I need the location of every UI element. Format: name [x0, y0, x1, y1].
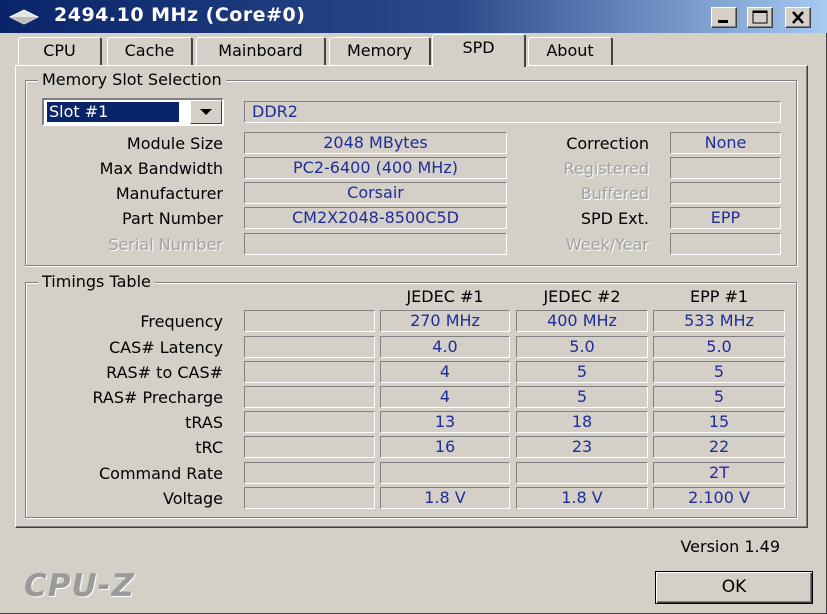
- timings-column-header: JEDEC #1: [406, 287, 484, 306]
- timing-cell: 1.8 V: [516, 487, 648, 509]
- timing-blank-cell: [244, 436, 375, 458]
- timing-cell: 2.100 V: [653, 487, 785, 509]
- buffered-value: [670, 182, 781, 204]
- maximize-button[interactable]: [747, 7, 773, 28]
- cpuz-logo: CPU-Z: [24, 568, 135, 604]
- tab-cpu-label: CPU: [43, 41, 76, 60]
- max-bandwidth-label: Max Bandwidth: [99, 159, 223, 178]
- module-size-label: Module Size: [126, 134, 223, 153]
- timing-blank-cell: [244, 336, 375, 358]
- tab-spd[interactable]: SPD: [432, 34, 526, 67]
- window-title: 2494.10 MHz (Core#0): [54, 4, 306, 26]
- module-size-value: 2048 MBytes: [244, 132, 507, 154]
- tab-about-label: About: [546, 41, 594, 60]
- timings-table-title: Timings Table: [38, 272, 155, 292]
- timing-cell: 13: [380, 411, 510, 433]
- correction-value: None: [670, 132, 781, 154]
- max-bandwidth-value: PC2-6400 (400 MHz): [244, 157, 507, 179]
- timing-cell: 5: [516, 386, 648, 408]
- timing-row-label: RAS# Precharge: [92, 388, 223, 407]
- slot-select[interactable]: Slot #1: [42, 98, 224, 126]
- timing-cell: 5: [516, 361, 648, 383]
- timing-cell: 5: [653, 386, 785, 408]
- part-number-label: Part Number: [122, 209, 223, 228]
- timing-cell: 15: [653, 411, 785, 433]
- memory-slot-selection-title: Memory Slot Selection: [38, 70, 226, 90]
- timing-cell: 16: [380, 436, 510, 458]
- tab-about[interactable]: About: [528, 37, 613, 66]
- app-icon: [8, 9, 40, 25]
- week-year-label: Week/Year: [565, 235, 649, 254]
- timing-cell: 533 MHz: [653, 310, 785, 332]
- serial-number-value: [244, 233, 507, 255]
- timing-cell: 5.0: [516, 336, 648, 358]
- buffered-label: Buffered: [580, 184, 649, 203]
- timing-cell: 4.0: [380, 336, 510, 358]
- timing-row-label: tRC: [195, 438, 223, 457]
- timing-cell: [516, 462, 648, 484]
- part-number-value: CM2X2048-8500C5D: [244, 207, 507, 229]
- registered-value: [670, 157, 781, 179]
- tab-memory[interactable]: Memory: [329, 37, 431, 66]
- timing-cell: 23: [516, 436, 648, 458]
- timing-blank-cell: [244, 487, 375, 509]
- timing-row-label: Frequency: [140, 312, 223, 331]
- timing-cell: 18: [516, 411, 648, 433]
- timing-cell: 22: [653, 436, 785, 458]
- manufacturer-label: Manufacturer: [115, 184, 223, 203]
- cpuz-window: 2494.10 MHz (Core#0) CPU Cache Mainboard…: [0, 0, 827, 614]
- timing-cell: 4: [380, 386, 510, 408]
- registered-label: Registered: [563, 159, 649, 178]
- timing-row-label: CAS# Latency: [108, 338, 223, 357]
- tab-cache-label: Cache: [124, 41, 175, 60]
- title-bar[interactable]: 2494.10 MHz (Core#0): [0, 0, 827, 33]
- slot-select-dropdown-button[interactable]: [190, 100, 222, 124]
- spd-ext-label: SPD Ext.: [580, 209, 649, 228]
- timing-cell: 4: [380, 361, 510, 383]
- timing-row-label: RAS# to CAS#: [106, 363, 223, 382]
- timing-row-label: Command Rate: [98, 464, 223, 483]
- serial-number-label: Serial Number: [108, 235, 223, 254]
- memory-type-field: DDR2: [244, 101, 781, 123]
- timing-blank-cell: [244, 361, 375, 383]
- correction-label: Correction: [566, 134, 649, 153]
- timing-row-label: Voltage: [162, 489, 223, 508]
- timing-cell: 270 MHz: [380, 310, 510, 332]
- close-button[interactable]: [785, 7, 811, 28]
- timing-row-label: tRAS: [185, 413, 223, 432]
- timing-cell: 400 MHz: [516, 310, 648, 332]
- week-year-value: [670, 233, 781, 255]
- tab-mainboard-label: Mainboard: [218, 41, 303, 60]
- close-icon: [792, 11, 804, 24]
- slot-select-value: Slot #1: [47, 102, 179, 122]
- timing-blank-cell: [244, 462, 375, 484]
- timing-cell: 5.0: [653, 336, 785, 358]
- timings-column-header: EPP #1: [689, 287, 749, 306]
- timing-cell: 1.8 V: [380, 487, 510, 509]
- tab-mainboard[interactable]: Mainboard: [196, 37, 326, 66]
- timings-column-header: JEDEC #2: [543, 287, 621, 306]
- minimize-button[interactable]: [711, 7, 737, 28]
- ok-button[interactable]: OK: [655, 571, 813, 604]
- timing-blank-cell: [244, 386, 375, 408]
- minimize-icon: [718, 20, 728, 23]
- spd-ext-value: EPP: [670, 207, 781, 229]
- timing-cell: 2T: [653, 462, 785, 484]
- timing-blank-cell: [244, 310, 375, 332]
- tab-spd-label: SPD: [462, 38, 495, 57]
- timing-blank-cell: [244, 411, 375, 433]
- manufacturer-value: Corsair: [244, 182, 507, 204]
- version-label: Version 1.49: [680, 537, 780, 556]
- tab-cpu[interactable]: CPU: [18, 37, 102, 66]
- timing-cell: 5: [653, 361, 785, 383]
- tab-memory-label: Memory: [346, 41, 413, 60]
- timing-cell: [380, 462, 510, 484]
- dropdown-arrow-icon: [200, 109, 212, 115]
- maximize-icon: [752, 10, 768, 24]
- tab-cache[interactable]: Cache: [107, 37, 193, 66]
